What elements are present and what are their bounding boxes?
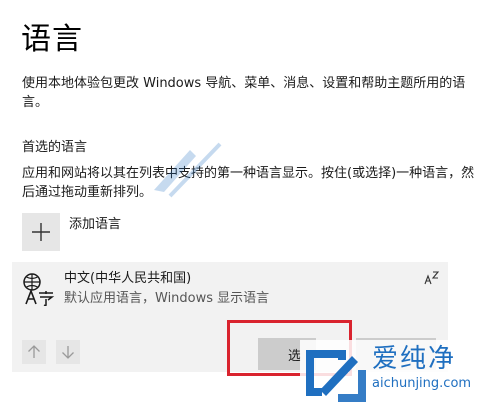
- language-name: 中文(中华人民共和国): [64, 271, 192, 286]
- plus-icon: [32, 223, 50, 241]
- arrow-down-icon: [62, 346, 74, 359]
- page-title: 语言: [21, 22, 83, 57]
- watermark-faint-logo: [150, 130, 270, 200]
- add-language-button[interactable]: [22, 213, 60, 251]
- move-down-button[interactable]: [56, 340, 80, 364]
- language-subtitle: 默认应用语言，Windows 显示语言: [64, 291, 270, 306]
- arrow-up-icon: [28, 345, 40, 358]
- watermark-url: aichunjing.com: [372, 376, 472, 391]
- preferred-languages-heading: 首选的语言: [22, 140, 88, 155]
- add-language-label[interactable]: 添加语言: [69, 216, 121, 234]
- az-text-icon: [424, 270, 440, 286]
- language-character-icon: [22, 272, 56, 307]
- watermark-brand: 爱纯净: [372, 344, 457, 374]
- move-up-button[interactable]: [22, 340, 46, 364]
- page-description: 使用本地体验包更改 Windows 导航、菜单、消息、设置和帮助主题所用的语言。: [22, 76, 466, 110]
